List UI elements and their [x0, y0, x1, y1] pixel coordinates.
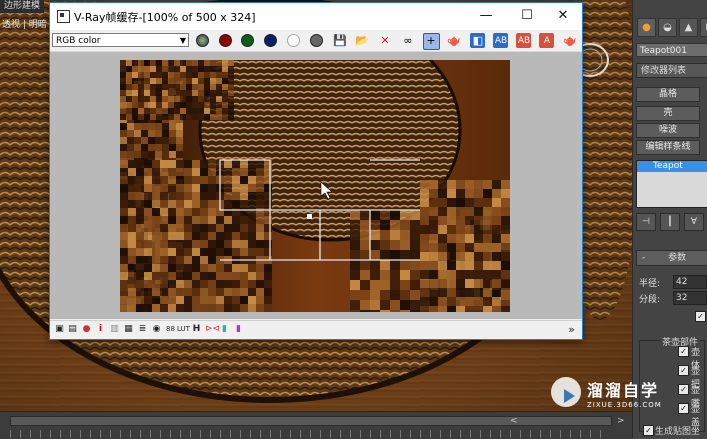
- stamp-icon[interactable]: ▮: [233, 324, 244, 335]
- ab-vertical-icon[interactable]: A: [538, 32, 556, 50]
- rendered-teapot-image: [120, 60, 510, 312]
- chevron-down-icon: ▼: [179, 36, 186, 45]
- segments-label: 分段:: [639, 295, 661, 305]
- mapping-coords-checkbox[interactable]: ✓: [643, 425, 654, 436]
- close-button[interactable]: ✕: [547, 3, 579, 29]
- vfb-title: V-Ray帧缓存-[100% of 500 x 324]: [74, 11, 256, 24]
- vray-frame-buffer-window: V-Ray帧缓存-[100% of 500 x 324] — ☐ ✕ RGB c…: [49, 2, 583, 340]
- watermark-url: ZIXUE.3D66.COM: [587, 401, 662, 409]
- alpha-icon[interactable]: [308, 32, 326, 50]
- open-icon[interactable]: 📂: [353, 32, 371, 50]
- color-icon[interactable]: ●: [81, 324, 92, 335]
- part-checkbox-lid[interactable]: ✓: [678, 403, 689, 414]
- info-icon[interactable]: i: [95, 324, 106, 335]
- object-name-field[interactable]: Teapot001: [636, 43, 707, 57]
- timeline-ruler: [10, 430, 610, 438]
- vfb-toolbar: RGB color ▼ 💾 📂 ✕ ∞ + 🫖 ◧ AB AB A 🫖: [50, 31, 582, 52]
- timeline-bar: < >: [0, 411, 632, 439]
- vfb-status-bar: ▣ ▤ ● i ▥ ▦ ≣ ◉ 88 LUT H ⊳⊲ ▮ ▮ »: [50, 320, 582, 339]
- render-teapot-icon[interactable]: 🫖: [561, 32, 579, 50]
- region-icon[interactable]: +: [422, 32, 440, 50]
- channel-select-value: RGB color: [56, 36, 101, 46]
- link-icon[interactable]: ∞: [399, 32, 417, 50]
- white-dot-icon[interactable]: [285, 32, 303, 50]
- tab-create[interactable]: ●: [637, 18, 656, 37]
- smooth-checkbox[interactable]: ✓: [695, 311, 706, 322]
- levels-icon[interactable]: ▥: [109, 324, 120, 335]
- parameters-rollout[interactable]: - 参数: [636, 250, 707, 266]
- display-icon[interactable]: ▣: [54, 324, 65, 335]
- modifier-button-edit-spline[interactable]: 编辑样条线: [636, 140, 700, 155]
- channel-select[interactable]: RGB color ▼: [52, 33, 189, 47]
- tab-modify[interactable]: ◒: [658, 18, 677, 37]
- make-unique-icon[interactable]: ∀: [684, 213, 704, 231]
- green-dot-icon[interactable]: [239, 32, 257, 50]
- modifier-button-shell[interactable]: 壳: [636, 106, 700, 121]
- part-checkbox-body[interactable]: ✓: [678, 346, 689, 357]
- compare-small-icon[interactable]: ⊳⊲: [205, 324, 220, 335]
- rollout-minus-icon: -: [642, 253, 646, 263]
- expand-panel-icon[interactable]: »: [566, 324, 577, 335]
- save-icon[interactable]: 💾: [331, 32, 349, 50]
- modifier-button-lattice[interactable]: 晶格: [636, 87, 700, 102]
- blue-dot-icon[interactable]: [262, 32, 280, 50]
- command-panel-tabs: ● ◒ ▲ ⊞: [637, 18, 707, 37]
- clear-icon[interactable]: ✕: [376, 32, 394, 50]
- lens-icon[interactable]: ▮: [219, 324, 230, 335]
- segments-spinner[interactable]: 32: [673, 291, 707, 305]
- modifier-button-noise[interactable]: 噪波: [636, 123, 700, 138]
- mapping-coords-label: 生成贴图坐标: [655, 427, 701, 437]
- ab-horizontal-icon[interactable]: AB: [515, 32, 533, 50]
- time-slider[interactable]: [10, 416, 612, 426]
- show-end-result-icon[interactable]: ┃: [660, 213, 680, 231]
- part-checkbox-handle[interactable]: ✓: [678, 365, 689, 376]
- maximize-button[interactable]: ☐: [511, 3, 543, 29]
- rollout-title: 参数: [668, 253, 687, 263]
- teapot-render-icon[interactable]: 🫖: [445, 32, 463, 50]
- radius-spinner[interactable]: 42: [673, 275, 707, 289]
- minimize-button[interactable]: —: [470, 3, 502, 29]
- compare-icon[interactable]: ◧: [469, 32, 487, 50]
- stack-tools: ⊣ ┃ ∀: [636, 213, 704, 231]
- red-channel-icon[interactable]: [194, 32, 212, 50]
- lut-icon[interactable]: LUT: [177, 324, 190, 335]
- modifier-stack[interactable]: Teapot: [636, 160, 707, 208]
- viewport-view-label[interactable]: 透视 | 明暗: [2, 17, 47, 30]
- list-icon[interactable]: ▤: [67, 324, 78, 335]
- red-dot-icon[interactable]: [217, 32, 235, 50]
- modifier-list-dropdown[interactable]: 修改器列表: [636, 63, 707, 78]
- ab-icon[interactable]: AB: [492, 32, 510, 50]
- history-icon[interactable]: ▦: [123, 324, 134, 335]
- sub-list-icon[interactable]: ≣: [137, 324, 148, 335]
- srgb-icon[interactable]: 88: [165, 324, 176, 335]
- tab-motion[interactable]: ⊞: [700, 18, 707, 37]
- lut-circle-icon[interactable]: ◉: [151, 324, 162, 335]
- viewport-top-label: 边形建模: [0, 0, 45, 13]
- part-checkbox-spout[interactable]: ✓: [678, 384, 689, 395]
- watermark: 溜溜自学 ZIXUE.3D66.COM: [547, 373, 667, 425]
- watermark-text: 溜溜自学: [587, 381, 660, 400]
- time-prev-arrow[interactable]: <: [510, 416, 518, 426]
- stack-item-teapot[interactable]: Teapot: [637, 161, 707, 172]
- rendered-image: [120, 60, 510, 312]
- tab-hierarchy[interactable]: ▲: [679, 18, 698, 37]
- h-icon[interactable]: H: [191, 324, 202, 335]
- watermark-logo-icon: [551, 377, 581, 407]
- vfb-title-bar[interactable]: V-Ray帧缓存-[100% of 500 x 324] — ☐ ✕: [50, 3, 582, 30]
- render-canvas[interactable]: [50, 52, 582, 319]
- pin-stack-icon[interactable]: ⊣: [636, 213, 656, 231]
- vfb-app-icon: [57, 10, 70, 23]
- radius-label: 半径:: [639, 279, 661, 289]
